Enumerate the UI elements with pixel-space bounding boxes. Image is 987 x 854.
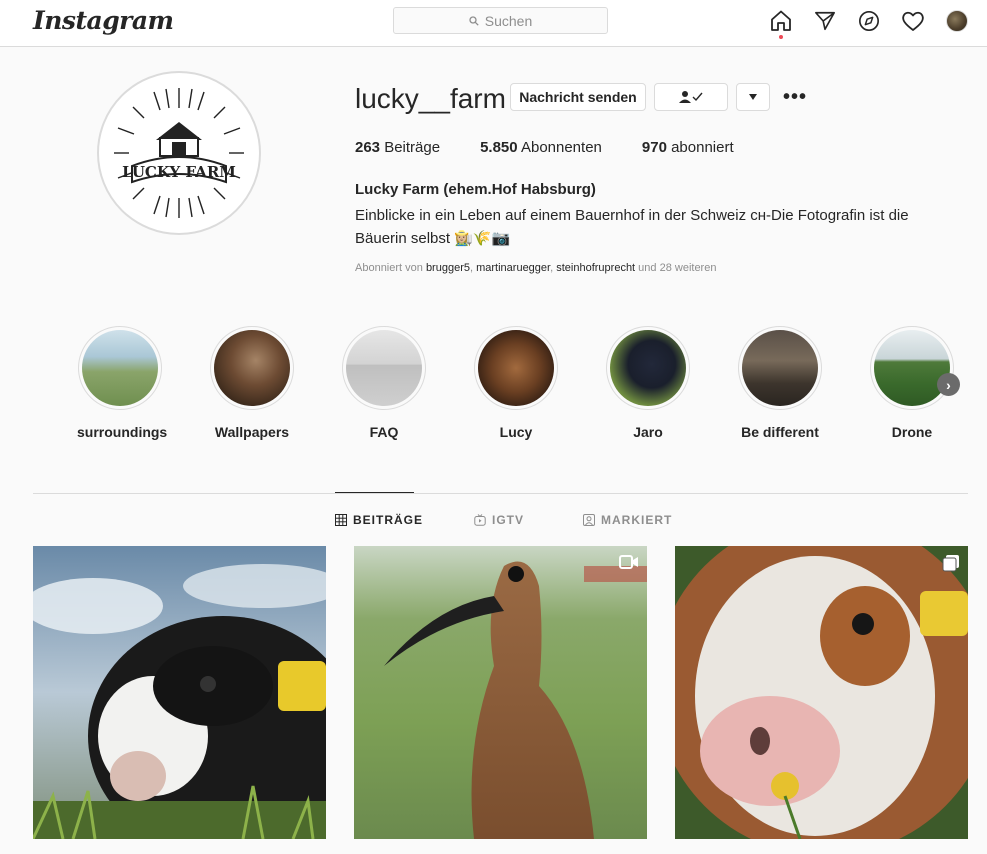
tagged-user-icon	[583, 514, 595, 526]
profile-full-name: Lucky Farm (ehem.Hof Habsburg)	[355, 181, 596, 198]
nav-icons	[749, 9, 969, 39]
suggestions-dropdown-button[interactable]	[736, 83, 770, 111]
grid-icon	[335, 514, 347, 526]
more-options-icon[interactable]: •••	[783, 86, 807, 108]
follower-link[interactable]: brugger5	[426, 262, 470, 274]
post-thumbnail[interactable]	[354, 546, 647, 839]
top-navbar: Instagram Suchen	[0, 0, 987, 47]
svg-text:LUCKY FARM: LUCKY FARM	[122, 163, 236, 181]
bio-line: Einblicke in ein Leben auf einem Bauernh…	[355, 207, 909, 224]
direct-icon[interactable]	[813, 9, 837, 33]
send-message-button[interactable]: Nachricht senden	[510, 83, 646, 111]
story-highlights: surroundings Wallpapers FAQ Lucy Jaro Be…	[77, 326, 967, 441]
highlight-surroundings[interactable]: surroundings	[77, 326, 167, 440]
bird-photo	[354, 546, 647, 839]
highlight-jaro[interactable]: Jaro	[605, 326, 691, 440]
highlight-cover	[346, 330, 422, 406]
activity-icon[interactable]	[901, 9, 925, 33]
highlights-next-button[interactable]: ›	[937, 373, 960, 396]
highlight-cover	[874, 330, 950, 406]
profile-avatar[interactable]	[945, 9, 969, 33]
highlight-cover	[610, 330, 686, 406]
stat-following[interactable]: 970 abonniert	[642, 139, 734, 156]
home-icon[interactable]	[769, 9, 793, 39]
instagram-logo[interactable]: Instagram	[33, 6, 174, 35]
calf-photo	[33, 546, 326, 839]
post-thumbnail[interactable]	[675, 546, 968, 839]
tab-posts[interactable]: BEITRÄGE	[335, 513, 423, 527]
highlight-faq[interactable]: FAQ	[341, 326, 427, 440]
profile-picture[interactable]: LUCKY FARM	[97, 71, 261, 235]
profile-bio: Einblicke in ein Leben auf einem Bauernh…	[355, 204, 955, 250]
followed-by[interactable]: Abonniert von brugger5, martinaruegger, …	[355, 262, 716, 274]
highlight-cover	[478, 330, 554, 406]
avatar	[946, 10, 968, 32]
stat-posts: 263 Beiträge	[355, 139, 441, 156]
highlight-wallpapers[interactable]: Wallpapers	[209, 326, 295, 440]
post-thumbnail[interactable]	[33, 546, 326, 839]
highlight-cover	[214, 330, 290, 406]
follower-link[interactable]: steinhofruprecht	[556, 262, 635, 274]
stat-followers[interactable]: 5.850 Abonnenten	[480, 139, 602, 156]
profile-username: lucky__farm	[355, 83, 506, 114]
highlight-lucy[interactable]: Lucy	[473, 326, 559, 440]
notification-dot	[779, 35, 783, 39]
search-input[interactable]: Suchen	[393, 7, 608, 34]
tab-tagged[interactable]: MARKIERT	[583, 513, 672, 527]
search-icon	[469, 15, 479, 26]
tabs-divider	[33, 493, 968, 494]
lucky-farm-logo-icon: LUCKY FARM	[114, 88, 244, 218]
highlight-be-different[interactable]: Be different	[737, 326, 823, 440]
user-check-icon	[679, 91, 703, 103]
profile-stats: 263 Beiträge 5.850 Abonnenten 970 abonni…	[355, 139, 774, 156]
carousel-icon	[942, 555, 959, 572]
chevron-down-icon	[749, 94, 757, 100]
follower-link[interactable]: martinaruegger	[476, 262, 550, 274]
search-placeholder: Suchen	[484, 12, 533, 29]
highlight-cover	[742, 330, 818, 406]
active-tab-indicator	[335, 492, 414, 493]
igtv-icon	[474, 514, 486, 526]
bio-line: Bäuerin selbst 👩🏼‍🌾🌾📷	[355, 230, 511, 247]
highlight-cover	[82, 330, 158, 406]
tab-igtv[interactable]: IGTV	[474, 513, 524, 527]
explore-icon[interactable]	[857, 9, 881, 33]
cow-photo	[675, 546, 968, 839]
following-button[interactable]	[654, 83, 728, 111]
video-icon	[619, 555, 638, 569]
